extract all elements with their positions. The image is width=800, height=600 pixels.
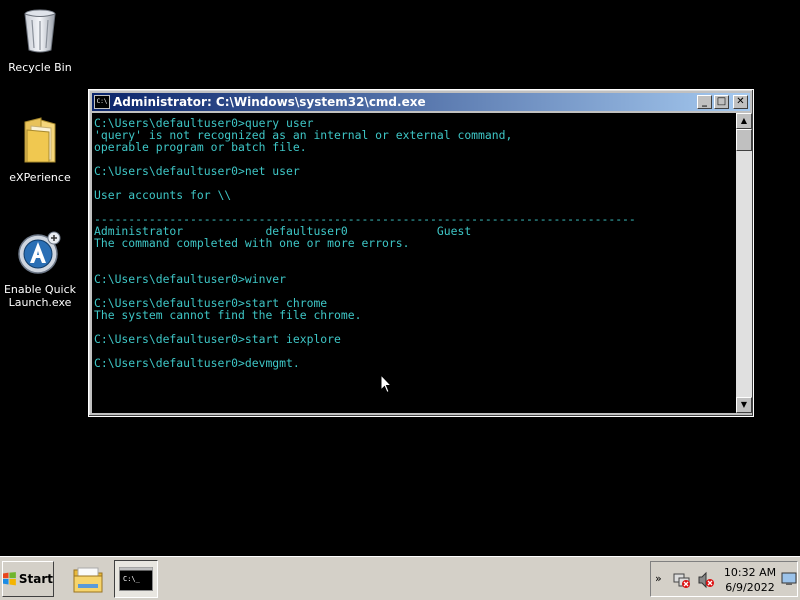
svg-text:C:\_: C:\_ — [123, 575, 141, 583]
volume-muted-icon[interactable] — [697, 571, 715, 593]
desktop-icon-enable-quick-launch[interactable]: Enable Quick Launch.exe — [0, 230, 80, 309]
scroll-thumb[interactable] — [736, 129, 752, 151]
start-button[interactable]: Start — [2, 561, 54, 597]
network-icon[interactable] — [673, 571, 691, 593]
desktop-icon-label: eXPerience — [9, 171, 71, 184]
console-area[interactable]: C:\Users\defaultuser0>query user 'query'… — [92, 113, 736, 413]
window-title: Administrator: C:\Windows\system32\cmd.e… — [113, 95, 426, 109]
cmd-icon: C:\ — [94, 95, 110, 109]
taskbar: Start C:\_ » 10:32 AM 6/9/2022 — [0, 556, 800, 600]
explorer-icon — [73, 567, 103, 593]
start-label: Start — [18, 572, 53, 586]
close-button[interactable]: ✕ — [733, 95, 748, 109]
scroll-up-button[interactable]: ▲ — [736, 113, 752, 129]
vertical-scrollbar[interactable]: ▲ ▼ — [736, 113, 752, 413]
windows-logo-icon — [3, 572, 16, 586]
cmd-window[interactable]: C:\ Administrator: C:\Windows\system32\c… — [88, 89, 754, 417]
desktop-icon-label: Enable Quick Launch.exe — [3, 283, 77, 309]
minimize-button[interactable]: _ — [697, 95, 712, 109]
desktop-icon-recycle-bin[interactable]: Recycle Bin — [0, 8, 80, 74]
tray-expand-chevron-icon[interactable]: » — [655, 572, 662, 585]
show-desktop-icon[interactable] — [781, 571, 797, 591]
cmd-icon: C:\_ — [119, 567, 153, 591]
maximize-button[interactable]: □ — [714, 95, 729, 109]
taskbar-item-explorer[interactable] — [66, 560, 110, 598]
app-icon — [0, 230, 80, 279]
clock[interactable]: 10:32 AM 6/9/2022 — [721, 565, 779, 595]
mouse-cursor-icon — [380, 373, 393, 398]
desktop-icon-label: Recycle Bin — [8, 61, 72, 74]
desktop-icon-experience[interactable]: eXPerience — [0, 116, 80, 184]
recycle-bin-icon — [0, 8, 80, 57]
clock-date: 6/9/2022 — [725, 581, 775, 594]
folder-icon — [0, 116, 80, 167]
taskbar-item-cmd[interactable]: C:\_ — [114, 560, 158, 598]
console-output: C:\Users\defaultuser0>query user 'query'… — [94, 116, 636, 370]
scroll-down-button[interactable]: ▼ — [736, 397, 752, 413]
window-titlebar[interactable]: C:\ Administrator: C:\Windows\system32\c… — [92, 93, 750, 111]
system-tray: » 10:32 AM 6/9/2022 — [650, 561, 798, 597]
clock-time: 10:32 AM — [723, 566, 777, 579]
